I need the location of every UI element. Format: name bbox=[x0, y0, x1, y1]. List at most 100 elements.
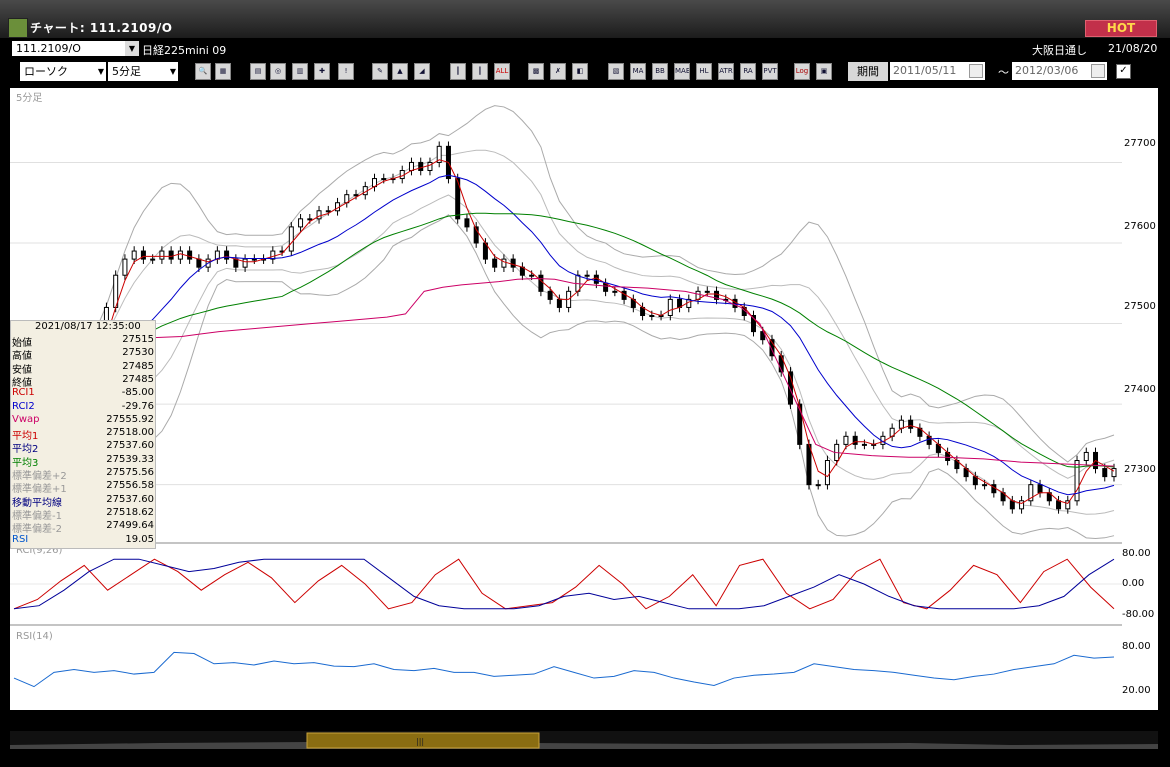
candle-body bbox=[861, 443, 867, 446]
candle-body bbox=[612, 290, 618, 293]
pencil-icon[interactable]: ✎ bbox=[372, 63, 388, 80]
bar-chart-icon[interactable]: ▥ bbox=[292, 63, 308, 80]
period-button[interactable]: 期間 bbox=[848, 62, 888, 81]
paint-icon[interactable]: ◢ bbox=[414, 63, 430, 80]
chart-type-select[interactable]: ローソク ▼ bbox=[20, 62, 106, 81]
chart-svg[interactable]: 5分足 RCI(9,26) RSI(14) 0417/8:451216:3020 bbox=[10, 88, 1122, 727]
ohlc-row: 平均3 27539.33 bbox=[12, 453, 154, 469]
ohlc-row: 安値 27485 bbox=[12, 361, 154, 376]
candle-body bbox=[187, 250, 193, 260]
candle-body bbox=[381, 178, 387, 181]
crosshair-icon[interactable]: ✚ bbox=[314, 63, 330, 80]
calendar-icon[interactable] bbox=[1091, 64, 1105, 78]
candle-body bbox=[667, 298, 673, 316]
pvt-button[interactable]: PVT bbox=[762, 63, 778, 80]
ma-button[interactable]: MA bbox=[630, 63, 646, 80]
period-checkbox[interactable]: ✓ bbox=[1116, 64, 1131, 79]
date-to-input[interactable]: 2012/03/06 bbox=[1012, 62, 1107, 80]
chart-area[interactable]: 5分足 RCI(9,26) RSI(14) 0417/8:451216:3020 bbox=[10, 88, 1122, 727]
log-button[interactable]: Log bbox=[794, 63, 810, 80]
candle-body bbox=[815, 484, 821, 487]
ohlc-label: RCI1 bbox=[12, 387, 35, 399]
zoom-icon[interactable]: 🔍 bbox=[195, 63, 211, 80]
candle-body bbox=[510, 258, 516, 268]
ohlc-datetime: 2021/08/17 12:35:00 bbox=[35, 321, 141, 332]
candle-body bbox=[122, 258, 128, 276]
panel-label: 5分足 bbox=[16, 92, 42, 104]
ohlc-row: 移動平均線 27537.60 bbox=[12, 494, 154, 509]
symbol-info-row: 111.2109/O ▼ 日経225mini 09 大阪日通し 21/08/20 bbox=[8, 39, 1164, 58]
ohlc-row: 高値 27530 bbox=[12, 347, 154, 362]
ohlc-row: Vwap 27555.92 bbox=[12, 414, 154, 427]
candle-body bbox=[325, 210, 331, 213]
candle-body bbox=[529, 274, 535, 277]
candle-body bbox=[852, 435, 858, 445]
mae-button[interactable]: MAE bbox=[674, 63, 690, 80]
calendar-icon[interactable] bbox=[969, 64, 983, 78]
chevron-down-icon[interactable]: ▼ bbox=[125, 41, 139, 56]
ohlc-value: 27530 bbox=[122, 347, 154, 359]
hl-button[interactable]: HL bbox=[696, 63, 712, 80]
hot-button[interactable]: HOT bbox=[1085, 20, 1157, 37]
candle-body bbox=[824, 460, 830, 486]
search-icon[interactable]: ◎ bbox=[270, 63, 286, 80]
ohlc-value: 19.05 bbox=[125, 533, 154, 545]
chart-background bbox=[10, 88, 1122, 710]
candle-body bbox=[464, 218, 470, 228]
window-title: チャート: 111.2109/O bbox=[30, 21, 173, 35]
candle-body bbox=[908, 419, 914, 429]
ohlc-value: 27555.92 bbox=[106, 413, 154, 425]
candle-icon-2[interactable]: ┃ bbox=[472, 63, 488, 80]
candle-body bbox=[140, 250, 146, 260]
cursor-icon[interactable]: ▲ bbox=[392, 63, 408, 80]
candle-body bbox=[408, 161, 414, 171]
screen-icon[interactable]: ▣ bbox=[816, 63, 832, 80]
candle-body bbox=[196, 258, 202, 268]
ohlc-value: 27539.33 bbox=[106, 453, 154, 465]
chart-window: チャート: 111.2109/O HOT 111.2109/O ▼ 日経225m… bbox=[0, 0, 1170, 767]
candle-icon[interactable]: ┃ bbox=[450, 63, 466, 80]
all-button[interactable]: ALL bbox=[494, 63, 510, 80]
date-to-value: 2012/03/06 bbox=[1015, 64, 1079, 77]
candle-body bbox=[159, 250, 165, 260]
candle-body bbox=[1083, 451, 1089, 462]
bb-button[interactable]: BB bbox=[652, 63, 668, 80]
ohlc-info-box: 2021/08/17 12:35:00 始値 27515 高値 27530 安値 2748… bbox=[10, 320, 156, 549]
candle-body bbox=[131, 250, 137, 260]
table-icon[interactable]: ▦ bbox=[215, 63, 231, 80]
candle-body bbox=[150, 258, 156, 261]
chart-type-value: ローソク bbox=[24, 65, 68, 78]
candle-body bbox=[982, 484, 988, 487]
ohlc-value: -29.76 bbox=[121, 400, 154, 412]
print-icon[interactable]: ▤ bbox=[250, 63, 266, 80]
rsi-label: RSI(14) bbox=[16, 631, 53, 642]
candle-body bbox=[1056, 500, 1062, 510]
ohlc-row: 標準偏差-2 27499.64 bbox=[12, 520, 154, 535]
interval-select[interactable]: 5分足 ▼ bbox=[108, 62, 178, 81]
date-from-value: 2011/05/11 bbox=[893, 64, 957, 77]
vertical-scrollbar[interactable] bbox=[1158, 88, 1170, 710]
indicator-icon[interactable]: ▧ bbox=[608, 63, 624, 80]
ohlc-row: RCI2 -29.76 bbox=[12, 401, 154, 414]
ohlc-label: RCI2 bbox=[12, 400, 35, 412]
candle-body bbox=[538, 274, 544, 292]
ohlc-value: 27575.56 bbox=[106, 467, 154, 478]
warning-icon[interactable]: ! bbox=[338, 63, 354, 80]
app-icon bbox=[8, 18, 28, 38]
color-icon[interactable]: ◧ bbox=[572, 63, 588, 80]
ra-button[interactable]: RA bbox=[740, 63, 756, 80]
symbol-input[interactable]: 111.2109/O bbox=[12, 41, 132, 56]
horizontal-scroller[interactable]: ||| bbox=[10, 731, 1158, 749]
candle-body bbox=[307, 218, 313, 221]
candle-body bbox=[1009, 500, 1015, 510]
tools-icon[interactable]: ✗ bbox=[550, 63, 566, 80]
ohlc-value: 27515 bbox=[122, 334, 154, 345]
ohlc-row: 平均2 27537.60 bbox=[12, 440, 154, 455]
grid-icon[interactable]: ▩ bbox=[528, 63, 544, 80]
title-bar[interactable]: チャート: 111.2109/O HOT bbox=[0, 0, 1170, 38]
atr-button[interactable]: ATR bbox=[718, 63, 734, 80]
chart-toolbar: ローソク ▼ 5分足 ▼ 🔍 ▦ ▤ ◎ ▥ ✚ ! ✎ ▲ ◢ ┃ ┃ ALL ▩… bbox=[8, 59, 1164, 86]
date-from-input[interactable]: 2011/05/11 bbox=[890, 62, 985, 80]
candle-body bbox=[168, 250, 174, 260]
candle-body bbox=[1111, 468, 1117, 478]
